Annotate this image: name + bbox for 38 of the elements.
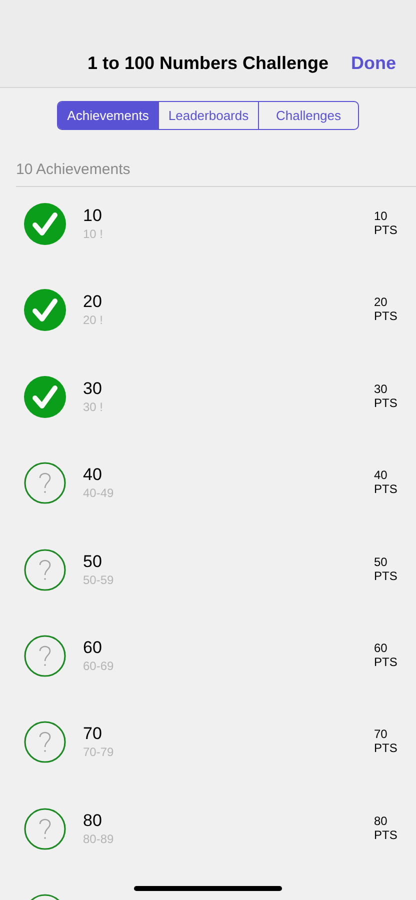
points-value: 30 <box>374 382 388 396</box>
points-value: 70 <box>374 727 388 742</box>
achievement-title: 70 <box>83 723 103 746</box>
screen-title: 1 to 100 Numbers Challenge <box>87 52 329 75</box>
segment-tab[interactable]: Leaderboards <box>158 102 258 129</box>
points-value: 60 <box>374 640 388 655</box>
segment-tab[interactable]: Achievements <box>58 102 158 129</box>
achievement-title: 80 <box>83 810 103 832</box>
points-unit: PTS <box>374 741 398 756</box>
achievement-description: 30 ! <box>83 400 104 415</box>
points-unit: PTS <box>374 568 398 583</box>
points-unit: PTS <box>374 223 398 237</box>
points-value: 20 <box>374 295 388 310</box>
achievement-title: 50 <box>83 550 103 573</box>
achievement-description: 50-59 <box>83 572 114 588</box>
achievement-title: 20 <box>83 291 103 314</box>
points-unit: PTS <box>374 309 398 324</box>
points-value: 10 <box>374 209 388 223</box>
points-value: 50 <box>374 554 388 569</box>
achievement-title: 60 <box>83 636 103 659</box>
achievement-title: 40 <box>83 464 103 486</box>
segment-tab[interactable]: Challenges <box>258 102 358 129</box>
achievement-title: 10 <box>83 205 103 227</box>
points-unit: PTS <box>374 396 398 410</box>
achievement-description: 10 ! <box>83 227 104 242</box>
achievement-description: 40-49 <box>83 486 114 502</box>
points-unit: PTS <box>374 828 398 842</box>
points-unit: PTS <box>374 482 398 496</box>
achievement-description: 70-79 <box>83 745 114 760</box>
points-value: 80 <box>374 814 388 828</box>
achievement-description: 20 ! <box>83 313 104 328</box>
achievement-description: 80-89 <box>83 832 114 847</box>
section-header: 10 Achievements <box>16 161 130 178</box>
points-value: 40 <box>374 468 388 482</box>
points-unit: PTS <box>374 654 398 669</box>
achievement-description: 60-69 <box>83 658 114 674</box>
done-button[interactable]: Done <box>351 50 396 77</box>
achievement-title: 30 <box>83 378 103 400</box>
